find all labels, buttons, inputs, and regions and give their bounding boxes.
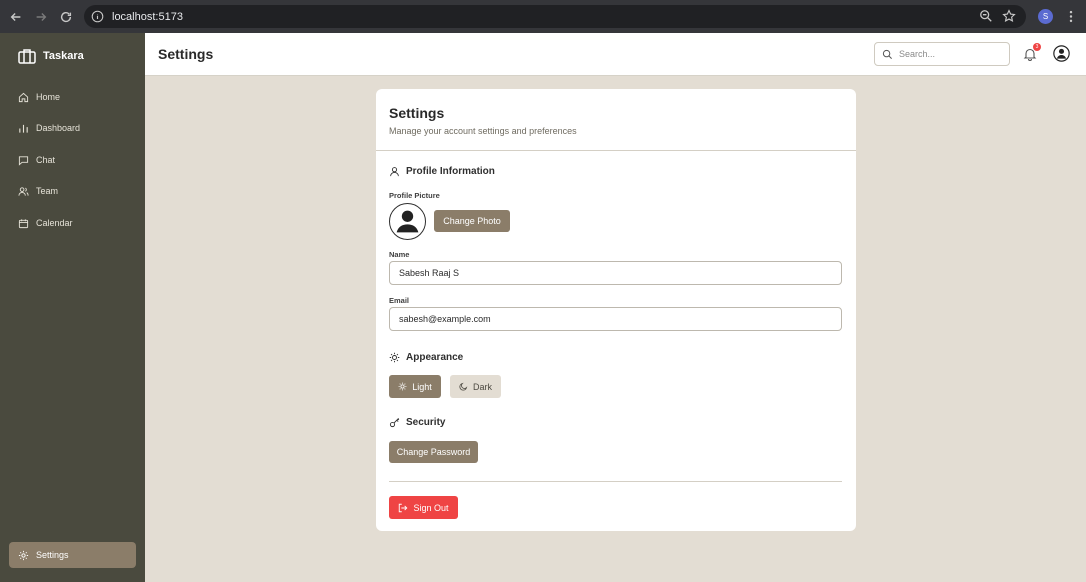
briefcase-icon (18, 49, 36, 64)
name-field[interactable] (389, 261, 842, 285)
reload-icon (60, 11, 71, 22)
change-password-button[interactable]: Change Password (389, 441, 478, 463)
reload-button[interactable] (53, 0, 78, 33)
email-label: Email (389, 296, 410, 305)
sidebar-item-settings[interactable]: Settings (9, 542, 136, 568)
profile-picture (389, 203, 426, 240)
gear-icon (18, 550, 29, 560)
arrow-left-icon (10, 12, 20, 21)
key-icon (389, 418, 400, 428)
search-input[interactable] (899, 49, 999, 59)
moon-icon (459, 382, 468, 391)
settings-subtitle: Manage your account settings and prefere… (389, 126, 577, 136)
sidebar-item-calendar[interactable]: Calendar (9, 210, 136, 236)
brand[interactable]: Taskara (18, 48, 84, 64)
sidebar-item-chat[interactable]: Chat (9, 147, 136, 173)
sidebar-item-label: Calendar (36, 218, 73, 228)
back-button[interactable] (3, 0, 28, 33)
sidebar-item-label: Home (36, 92, 61, 102)
profile-picture-label: Profile Picture (389, 191, 440, 200)
sidebar-item-label: Team (36, 186, 59, 196)
appearance-section-heading: Appearance (389, 352, 463, 363)
search-box[interactable] (874, 42, 1010, 66)
chat-icon (18, 155, 29, 166)
info-icon[interactable] (91, 10, 104, 23)
notification-badge: 3 (1033, 43, 1041, 51)
users-icon (18, 186, 29, 196)
arrow-right-icon (36, 12, 46, 21)
sidebar-item-label: Settings (36, 550, 69, 560)
url-text: localhost:5173 (112, 10, 183, 23)
email-field[interactable] (389, 307, 842, 331)
change-photo-button[interactable]: Change Photo (434, 210, 510, 232)
sidebar: Taskara Home Dashboard Chat Team Calenda… (0, 33, 145, 582)
home-icon (18, 92, 29, 102)
address-bar[interactable]: localhost:5173 (84, 5, 1026, 28)
user-icon (390, 167, 399, 177)
brand-name: Taskara (43, 50, 84, 62)
theme-dark-button[interactable]: Dark (450, 375, 501, 398)
theme-light-button[interactable]: Light (389, 375, 441, 398)
sidebar-item-label: Dashboard (36, 123, 81, 133)
profile-section-heading: Profile Information (389, 166, 495, 177)
bookmark-star-icon[interactable] (1002, 9, 1016, 23)
sidebar-item-team[interactable]: Team (9, 178, 136, 204)
divider (376, 150, 856, 151)
sun-icon (398, 382, 407, 391)
calendar-icon (18, 218, 29, 228)
sun-icon (389, 352, 400, 363)
more-vertical-icon[interactable] (1064, 9, 1078, 24)
name-label: Name (389, 250, 410, 259)
sidebar-item-home[interactable]: Home (9, 84, 136, 110)
log-out-icon (399, 503, 408, 512)
bar-chart-icon (19, 124, 28, 133)
settings-card: Settings Manage your account settings an… (376, 89, 856, 531)
page-title: Settings (158, 46, 214, 62)
sidebar-item-label: Chat (36, 155, 56, 165)
sidebar-item-dashboard[interactable]: Dashboard (9, 115, 136, 141)
forward-button[interactable] (28, 0, 53, 33)
search-icon (882, 49, 892, 59)
divider (389, 481, 842, 482)
top-header: Settings 3 (145, 33, 1086, 76)
user-avatar-icon[interactable] (1053, 45, 1070, 62)
sign-out-button[interactable]: Sign Out (389, 496, 458, 519)
zoom-icon[interactable] (979, 9, 993, 23)
settings-title: Settings (389, 105, 445, 121)
browser-profile-avatar[interactable]: S (1038, 9, 1053, 24)
security-section-heading: Security (389, 417, 445, 428)
browser-toolbar: localhost:5173 S (0, 0, 1086, 33)
